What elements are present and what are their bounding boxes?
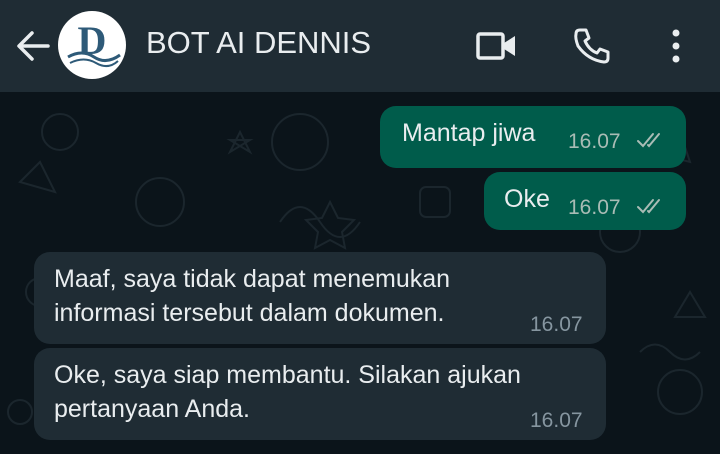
back-arrow-icon[interactable] bbox=[14, 28, 52, 64]
avatar-letter: D bbox=[77, 18, 107, 63]
message-text-line: pertanyaan Anda. bbox=[54, 395, 250, 423]
message-time: 16.07 bbox=[568, 196, 621, 219]
contact-name[interactable]: BOT AI DENNIS bbox=[146, 25, 371, 61]
message-time: 16.07 bbox=[530, 409, 583, 432]
message-text-line: informasi tersebut dalam dokumen. bbox=[54, 299, 445, 327]
avatar[interactable]: D bbox=[58, 11, 126, 79]
message-text: Mantap jiwa bbox=[402, 119, 536, 147]
outgoing-message[interactable]: Oke 16.07 bbox=[484, 172, 686, 230]
incoming-message[interactable]: Oke, saya siap membantu. Silakan ajukan … bbox=[34, 348, 606, 440]
outgoing-message[interactable]: Mantap jiwa 16.07 bbox=[380, 106, 686, 168]
message-text-line: Oke, saya siap membantu. Silakan ajukan bbox=[54, 361, 521, 389]
voice-call-icon[interactable] bbox=[570, 24, 614, 68]
read-receipt-icon bbox=[637, 133, 660, 148]
message-time: 16.07 bbox=[568, 130, 621, 153]
video-call-icon[interactable] bbox=[474, 24, 518, 68]
message-time: 16.07 bbox=[530, 313, 583, 336]
read-receipt-icon bbox=[637, 199, 660, 214]
incoming-message[interactable]: Maaf, saya tidak dapat menemukan informa… bbox=[34, 252, 606, 344]
more-options-icon[interactable] bbox=[654, 24, 698, 68]
message-text: Oke bbox=[504, 185, 550, 213]
chat-header: D BOT AI DENNIS bbox=[0, 0, 720, 92]
chat-area[interactable]: Mantap jiwa 16.07 Oke 16.07 Maaf, saya t… bbox=[0, 92, 720, 454]
message-text-line: Maaf, saya tidak dapat menemukan bbox=[54, 265, 451, 293]
